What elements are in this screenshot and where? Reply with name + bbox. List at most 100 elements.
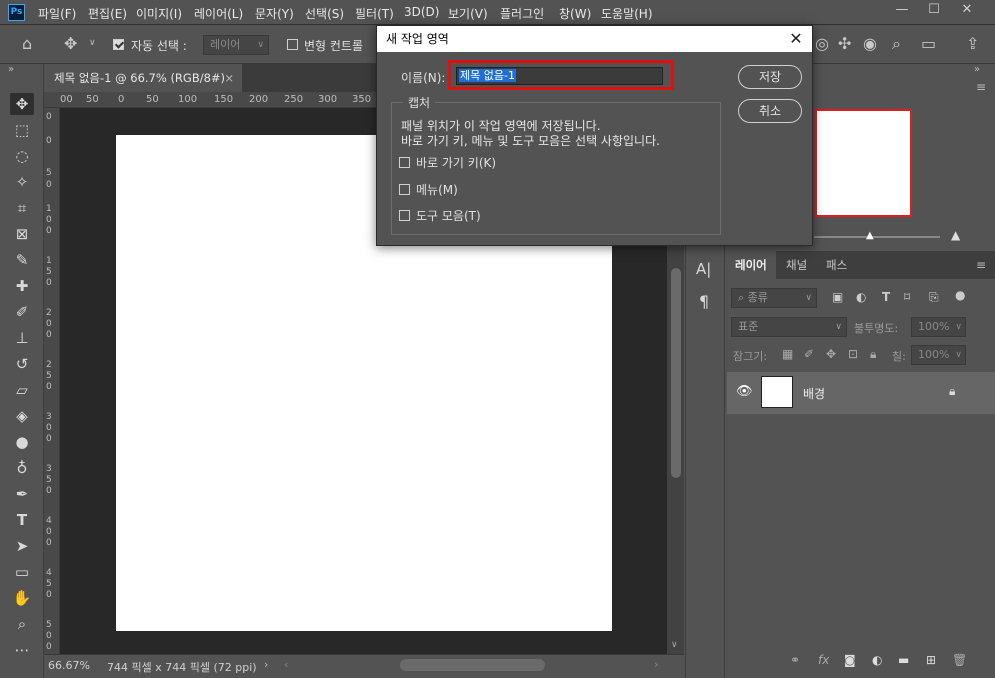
eyedropper-tool-icon[interactable]: ✎ <box>10 249 34 271</box>
menu-file[interactable]: 파일(F) <box>38 5 76 22</box>
menu-window[interactable]: 창(W) <box>559 5 591 22</box>
lock-all-icon[interactable]: 🔒︎ <box>870 347 876 362</box>
camera-3d-icon[interactable]: ◉ <box>863 34 877 53</box>
history-brush-tool-icon[interactable]: ↺ <box>10 353 34 375</box>
toolbar-checkbox[interactable] <box>399 210 410 221</box>
keyboard-shortcuts-option[interactable]: 바로 가기 키(K) <box>399 155 496 171</box>
filter-smart-object-icon[interactable]: ⎘ <box>929 290 939 305</box>
horizontal-scroll-thumb[interactable] <box>400 659 545 671</box>
dodge-tool-icon[interactable]: ♁ <box>10 457 34 479</box>
pen-tool-icon[interactable]: ✒ <box>10 483 34 505</box>
menus-checkbox[interactable] <box>399 184 410 195</box>
zoom-in-mountain-icon[interactable]: ▲ <box>951 228 960 242</box>
cancel-button[interactable]: 취소 <box>738 99 802 123</box>
collapse-icon[interactable]: » <box>8 64 14 75</box>
share-icon[interactable]: ⇪ <box>966 34 979 53</box>
filter-shape-icon[interactable]: ⌑ <box>904 290 910 304</box>
close-tab-icon[interactable]: × <box>224 64 234 92</box>
blend-mode-dropdown[interactable]: 표준 ∨ <box>731 317 847 337</box>
new-group-icon[interactable]: ▬ <box>898 653 909 667</box>
lock-image-icon[interactable]: ✐ <box>804 347 814 361</box>
tab-layers[interactable]: 레이어 <box>726 251 776 279</box>
move-tool-icon[interactable]: ✥ <box>10 93 34 115</box>
navigator-zoom-slider[interactable] <box>814 236 940 238</box>
auto-select-dropdown[interactable]: 레이어 ∨ <box>203 35 269 55</box>
auto-select-checkbox[interactable] <box>113 39 124 53</box>
orbit-3d-icon[interactable]: ◎ <box>815 34 829 53</box>
opacity-field[interactable]: 100% ∨ <box>911 317 966 337</box>
stamp-tool-icon[interactable]: ⊥ <box>10 327 34 349</box>
zoom-level[interactable]: 66.67% <box>48 659 90 672</box>
lasso-tool-icon[interactable]: ◌ <box>10 145 34 167</box>
save-button[interactable]: 저장 <box>738 65 802 89</box>
menu-plugins[interactable]: 플러그인 <box>500 5 544 22</box>
scroll-left-icon[interactable]: ‹ <box>284 658 288 671</box>
workspace-icon[interactable]: ▭ <box>921 34 936 53</box>
scroll-right-icon[interactable]: › <box>654 658 658 671</box>
panel-menu-icon[interactable]: ≡ <box>976 80 986 94</box>
maximize-icon[interactable]: ☐ <box>918 0 950 22</box>
minimize-icon[interactable]: — <box>886 0 918 22</box>
lock-artboard-icon[interactable]: ⊡ <box>848 347 858 361</box>
add-mask-icon[interactable]: ◙ <box>844 653 856 667</box>
transform-controls-checkbox[interactable] <box>287 39 298 53</box>
visibility-eye-icon[interactable]: 👁︎ <box>736 384 753 399</box>
filter-pixel-icon[interactable]: ▣ <box>832 290 843 304</box>
new-layer-icon[interactable]: ⊞ <box>926 653 936 667</box>
link-layers-icon[interactable]: ⚭ <box>790 653 800 667</box>
blur-tool-icon[interactable]: ● <box>10 431 34 453</box>
rectangle-tool-icon[interactable]: ▭ <box>10 561 34 583</box>
character-panel-icon[interactable]: A| <box>696 260 711 278</box>
adjustment-layer-icon[interactable]: ◐ <box>872 653 882 667</box>
collapse-panels-icon[interactable]: » <box>974 64 980 75</box>
menu-select[interactable]: 선택(S) <box>305 5 344 22</box>
home-icon[interactable]: ⌂ <box>22 34 32 53</box>
search-icon[interactable]: ⌕ <box>892 34 901 54</box>
eraser-tool-icon[interactable]: ▱ <box>10 379 34 401</box>
close-window-icon[interactable]: ✕ <box>951 0 983 22</box>
layers-menu-icon[interactable]: ≡ <box>976 258 986 272</box>
navigator-slider-handle[interactable]: ▲ <box>866 230 874 241</box>
menu-help[interactable]: 도움말(H) <box>601 5 653 22</box>
close-icon[interactable]: ✕ <box>786 26 806 52</box>
toolbar-option[interactable]: 도구 모음(T) <box>399 208 481 224</box>
navigator-preview[interactable] <box>815 109 912 217</box>
menus-option[interactable]: 메뉴(M) <box>399 182 458 198</box>
marquee-tool-icon[interactable]: ⬚ <box>10 119 34 141</box>
tab-paths[interactable]: 패스 <box>817 251 856 279</box>
menu-image[interactable]: 이미지(I) <box>136 5 182 22</box>
healing-brush-tool-icon[interactable]: ✚ <box>10 275 34 297</box>
scroll-down-icon[interactable]: ∨ <box>671 640 678 650</box>
tab-channels[interactable]: 채널 <box>777 251 816 279</box>
menu-view[interactable]: 보기(V) <box>448 5 488 22</box>
more-tools-icon[interactable]: ⋯ <box>10 639 34 661</box>
delete-layer-icon[interactable]: 🗑︎ <box>952 653 967 667</box>
magic-wand-tool-icon[interactable]: ✧ <box>10 171 34 193</box>
hand-tool-icon[interactable]: ✋ <box>10 587 34 609</box>
type-tool-icon[interactable]: T <box>10 509 34 531</box>
menu-type[interactable]: 문자(Y) <box>255 5 294 22</box>
menu-3d[interactable]: 3D(D) <box>404 5 439 19</box>
frame-tool-icon[interactable]: ⊠ <box>10 223 34 245</box>
paragraph-panel-icon[interactable]: ¶ <box>699 292 709 311</box>
menu-layer[interactable]: 레이어(L) <box>194 5 243 22</box>
lock-position-icon[interactable]: ✥ <box>826 347 836 361</box>
fill-field[interactable]: 100% ∨ <box>911 345 966 365</box>
name-input[interactable]: 제목 없음-1 <box>456 67 663 85</box>
zoom-tool-icon[interactable]: ⌕ <box>10 613 34 635</box>
path-selection-tool-icon[interactable]: ➤ <box>10 535 34 557</box>
lock-transparent-icon[interactable]: ▦ <box>782 347 793 361</box>
move-tool-icon[interactable]: ✥ <box>64 34 77 53</box>
brush-tool-icon[interactable]: ✐ <box>10 301 34 323</box>
menu-edit[interactable]: 편집(E) <box>88 5 127 22</box>
filter-adjustment-icon[interactable]: ◐ <box>856 290 866 304</box>
chevron-right-icon[interactable]: › <box>264 658 268 671</box>
crop-tool-icon[interactable]: ⌗ <box>10 197 34 219</box>
chevron-down-icon[interactable]: ∨ <box>89 38 96 48</box>
filter-toggle-icon[interactable]: ● <box>955 288 965 302</box>
paint-bucket-tool-icon[interactable]: ◈ <box>10 405 34 427</box>
menu-filter[interactable]: 필터(T) <box>355 5 394 22</box>
vertical-scroll-thumb[interactable] <box>671 268 681 478</box>
fx-icon[interactable]: fx <box>818 653 829 667</box>
pan-3d-icon[interactable]: ✣ <box>838 34 851 53</box>
